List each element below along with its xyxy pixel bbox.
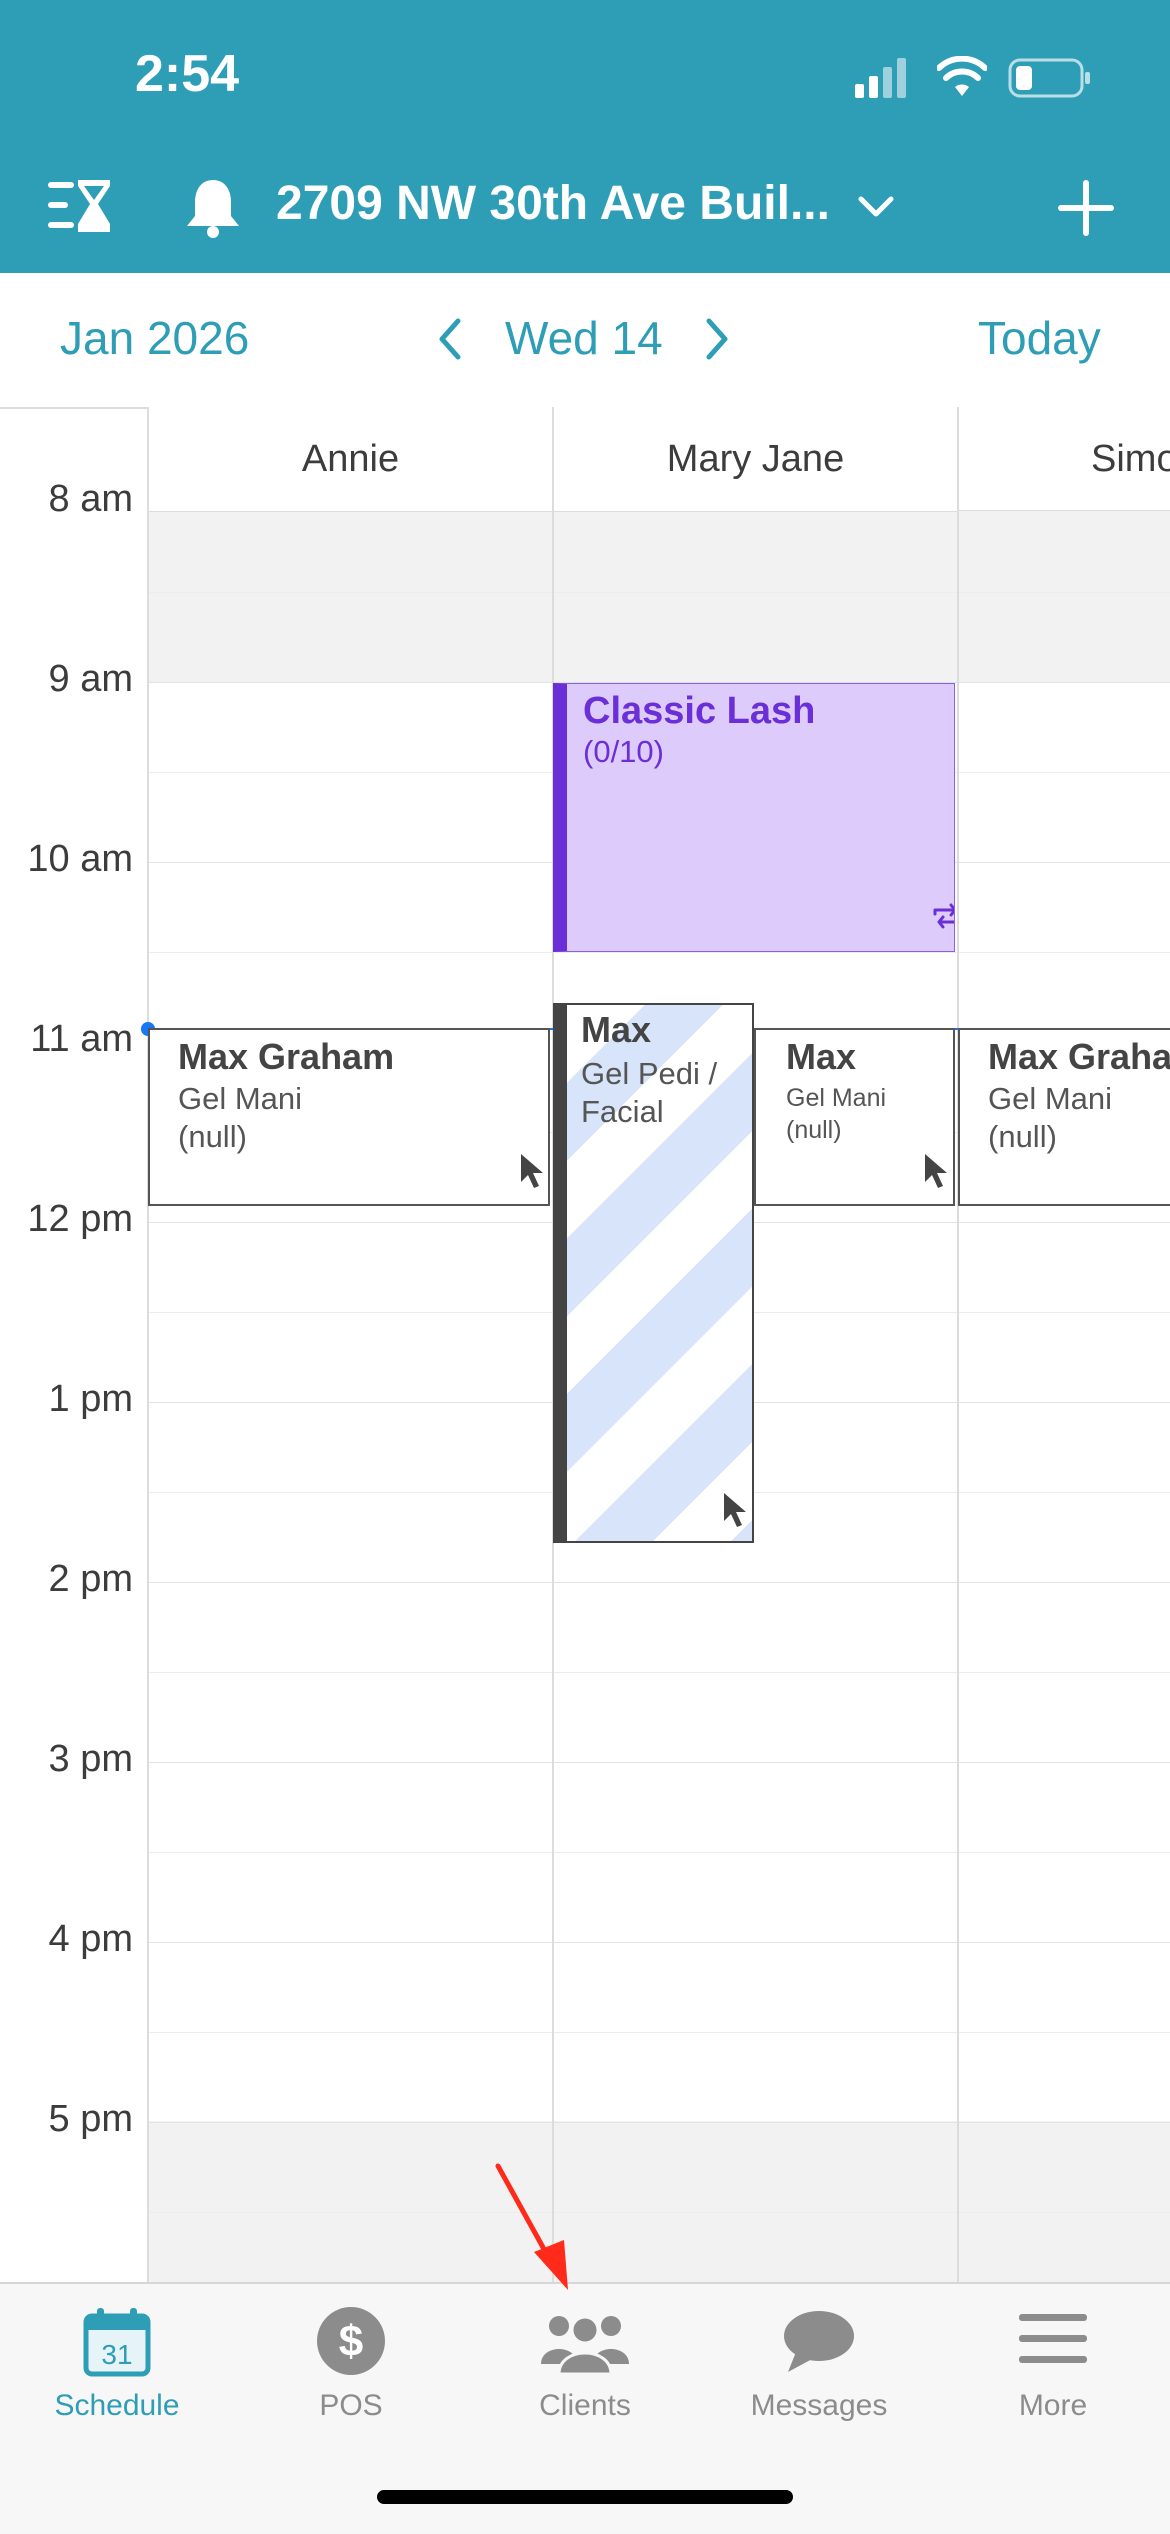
time-label: 12 pm (27, 1198, 133, 1240)
class-title: Classic Lash (583, 690, 816, 732)
tab-label: Messages (750, 2389, 888, 2422)
appointment-note: (null) (988, 1119, 1057, 1154)
time-label: 4 pm (48, 1918, 133, 1960)
clients-icon (541, 2315, 629, 2374)
service-name: Gel Mani (178, 1081, 303, 1116)
annotation-arrow-icon (495, 2163, 568, 2290)
status-time: 2:54 (135, 45, 240, 103)
tab-label: POS (319, 2389, 383, 2422)
svg-text:31: 31 (101, 2339, 132, 2370)
appointment-note: (null) (178, 1119, 247, 1154)
time-label: 5 pm (48, 2098, 133, 2140)
client-name: Max Graha (988, 1036, 1170, 1077)
appointment-note: (null) (786, 1116, 842, 1144)
closed-hours-evening (148, 2121, 1170, 2282)
waitlist-hourglass-icon[interactable] (48, 178, 112, 234)
staff-column-header[interactable]: Mary Jane (554, 407, 957, 512)
time-label: 2 pm (48, 1558, 133, 1600)
app-header: 2:54 2709 NW 30th Ave Buil... (0, 0, 1170, 273)
time-label: 9 am (48, 658, 133, 700)
appointment-card[interactable]: Max Gel Mani (null) (754, 1028, 955, 1206)
tab-schedule[interactable]: 31 Schedule (0, 2284, 234, 2534)
time-label: 11 am (30, 1018, 133, 1060)
time-label: 1 pm (48, 1378, 133, 1420)
client-name: Max Graham (178, 1036, 395, 1077)
column-divider (957, 407, 959, 2282)
month-picker[interactable]: Jan 2026 (60, 311, 249, 365)
class-event-classic-lash[interactable]: Classic Lash (0/10) (553, 683, 955, 952)
staff-column-header[interactable]: Simo (959, 407, 1170, 511)
appointment-card[interactable]: Max Graham Gel Mani (null) (148, 1028, 550, 1206)
cursor-icon (925, 1154, 947, 1188)
client-name: Max (581, 1009, 652, 1050)
tab-more[interactable]: More (936, 2284, 1170, 2534)
cellular-signal-icon (855, 58, 906, 98)
wifi-icon (937, 56, 987, 96)
chevron-down-icon[interactable] (858, 195, 894, 219)
tab-label: Clients (539, 2389, 631, 2422)
class-capacity: (0/10) (583, 734, 664, 769)
svg-text:$: $ (339, 2317, 363, 2366)
cursor-icon (521, 1154, 543, 1188)
location-title[interactable]: 2709 NW 30th Ave Buil... (276, 176, 830, 231)
service-name: Gel Mani (786, 1084, 887, 1112)
appointment-card[interactable]: Max Gel Pedi / Facial (553, 1003, 754, 1543)
calendar-31-icon: 31 (83, 2308, 151, 2377)
current-day[interactable]: Wed 14 (505, 311, 663, 365)
time-label: 8 am (48, 478, 133, 520)
bell-icon[interactable] (183, 176, 243, 238)
tab-label: Schedule (54, 2389, 180, 2422)
service-name-line1: Gel Pedi / (581, 1056, 718, 1091)
cursor-icon (724, 1493, 746, 1527)
column-divider (147, 407, 149, 2282)
battery-icon (1008, 58, 1090, 98)
today-button[interactable]: Today (978, 311, 1101, 365)
chat-bubble-icon (784, 2311, 854, 2372)
service-name-line2: Facial (581, 1094, 664, 1129)
staff-column-header[interactable]: Annie (149, 407, 552, 512)
tab-label: More (1018, 2389, 1088, 2422)
appointment-card[interactable]: Max Graha Gel Mani (null) (958, 1028, 1170, 1206)
home-indicator (377, 2490, 793, 2504)
chevron-right-icon[interactable] (703, 317, 731, 361)
hamburger-menu-icon (1019, 2314, 1087, 2363)
plus-icon[interactable] (1058, 180, 1114, 236)
client-name: Max (786, 1036, 857, 1077)
service-name: Gel Mani (988, 1081, 1113, 1116)
chevron-left-icon[interactable] (436, 317, 464, 361)
date-navigation-bar: Jan 2026 Wed 14 Today (0, 273, 1170, 409)
closed-hours-morning (148, 511, 1170, 683)
recurring-icon (933, 903, 954, 929)
dollar-icon: $ (317, 2307, 385, 2375)
time-label: 3 pm (48, 1738, 133, 1780)
time-label: 10 am (27, 838, 133, 880)
